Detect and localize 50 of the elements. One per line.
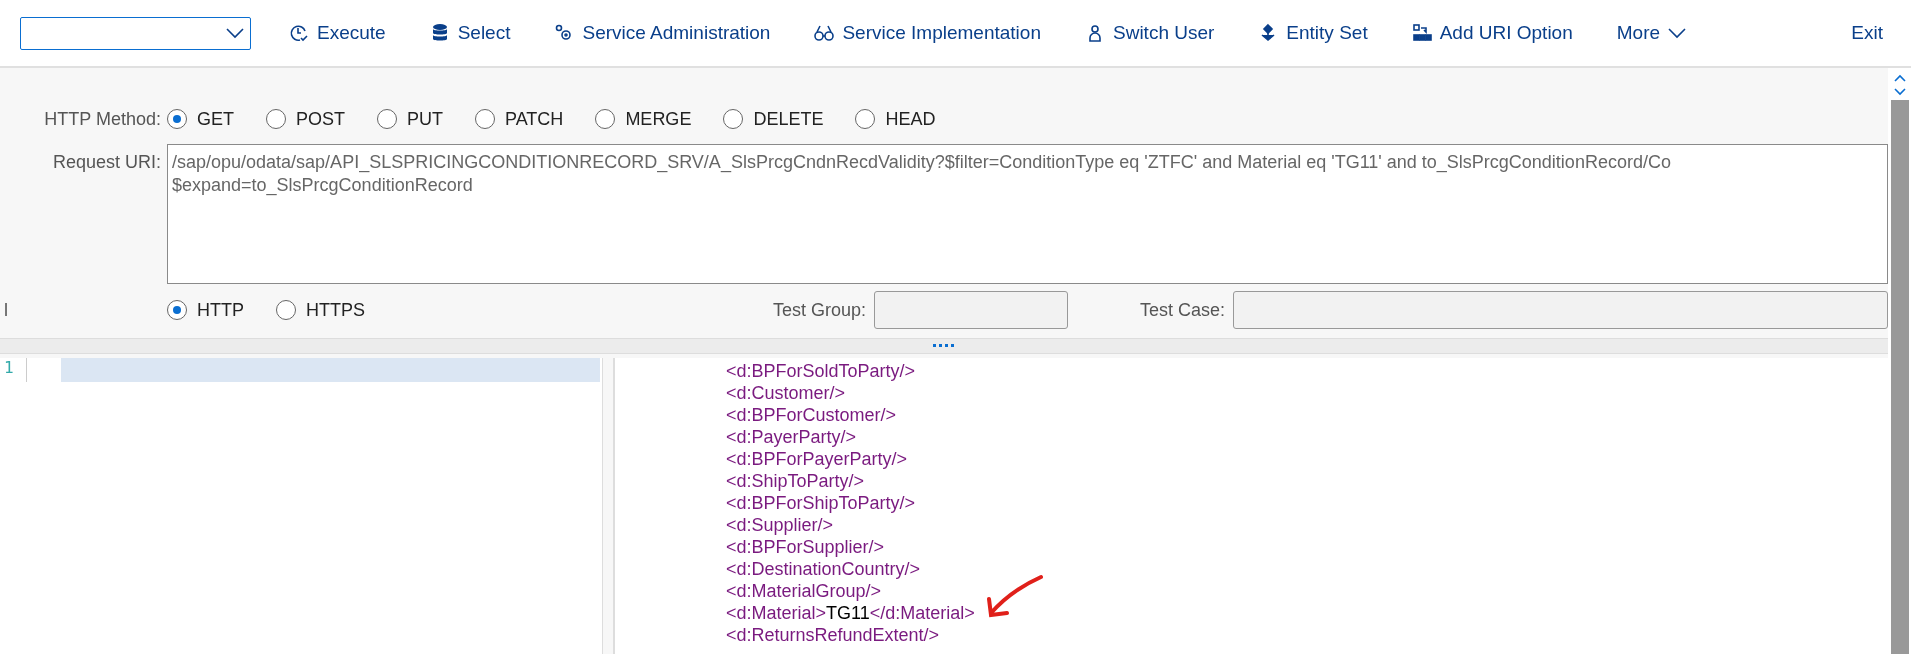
xml-line: <d:BPForShipToParty/> [726, 492, 917, 514]
xml-line: <d:PayerParty/> [726, 426, 858, 448]
toolbar-button[interactable]: Add URI Option [1403, 16, 1581, 50]
field-label: HTTP Method: [43, 108, 162, 130]
xml-line: <d:ReturnsRefundExtent/> [726, 624, 941, 646]
radio-button[interactable]: DELETE [723, 108, 824, 130]
field-label: Test Case: [1139, 299, 1225, 321]
scroll-down-icon[interactable] [1893, 88, 1906, 96]
blocks-arrow-icon [1411, 23, 1432, 43]
scrollbar-thumb[interactable] [1890, 100, 1909, 654]
glasses-icon [814, 23, 835, 43]
input-field[interactable] [873, 291, 1068, 329]
toolbar-button[interactable]: More [1608, 16, 1695, 50]
xml-line: <d:Material>TG11</d:Material> [726, 602, 975, 624]
field-label: Test Group: [772, 299, 866, 321]
chevron-down-icon [1668, 27, 1687, 39]
scroll-up-icon[interactable] [1893, 74, 1906, 82]
field-label: Request URI: [51, 151, 162, 173]
exit-button[interactable]: Exit [1843, 16, 1891, 50]
toolbar-button[interactable]: Service Implementation [806, 16, 1049, 50]
toolbar-button[interactable]: Switch User [1077, 16, 1223, 50]
radio-button[interactable]: HTTP [167, 299, 244, 321]
chevron-down-icon [226, 27, 244, 39]
xml-line: <d:BPForCustomer/> [726, 404, 898, 426]
xml-line: <d:DestinationCountry/> [726, 558, 922, 580]
toolbar-button[interactable]: Service Administration [546, 16, 779, 50]
xml-line: <d:BPForPayerParty/> [726, 448, 909, 470]
radio-button[interactable]: HEAD [855, 108, 936, 130]
radio-button[interactable]: MERGE [595, 108, 692, 130]
toolbar-button[interactable]: Entity Set [1250, 16, 1376, 50]
xml-line: <d:Customer/> [726, 382, 847, 404]
xml-line: <d:BPForSoldToParty/> [726, 360, 917, 382]
uri-field[interactable]: /sap/opu/odata/sap/API_SLSPRICINGCONDITIONRECORD_SRV/A_SlsPrcgCndnRecdValidity?$filter=ConditionType eq 'ZTFC' and Material eq 'TG11' and to_SlsPrcgConditionRecord/Co $expand=to_SlsPrcgConditionRecord [167, 144, 1888, 284]
radio-button[interactable]: PATCH [475, 108, 564, 130]
toolbar-button[interactable]: Select [421, 16, 519, 50]
radio-button[interactable]: HTTPS [276, 299, 365, 321]
radio-button[interactable]: PUT [377, 108, 444, 130]
line-number: 1 [0, 358, 27, 382]
xml-line: <d:BPForSupplier/> [726, 536, 886, 558]
toolbar-button[interactable]: Execute [281, 16, 394, 50]
splitter-grip-icon[interactable] [933, 344, 955, 348]
dropdown-field[interactable] [20, 16, 251, 50]
xml-line: <d:ShipToParty/> [726, 470, 866, 492]
radio-button[interactable]: GET [167, 108, 234, 130]
field-label: l [3, 299, 9, 321]
clock-check-icon [289, 23, 309, 43]
xml-line: <d:MaterialGroup/> [726, 580, 883, 602]
input-field[interactable] [1233, 291, 1888, 329]
radio-button[interactable]: POST [266, 108, 346, 130]
xml-line: <d:Supplier/> [726, 514, 835, 536]
